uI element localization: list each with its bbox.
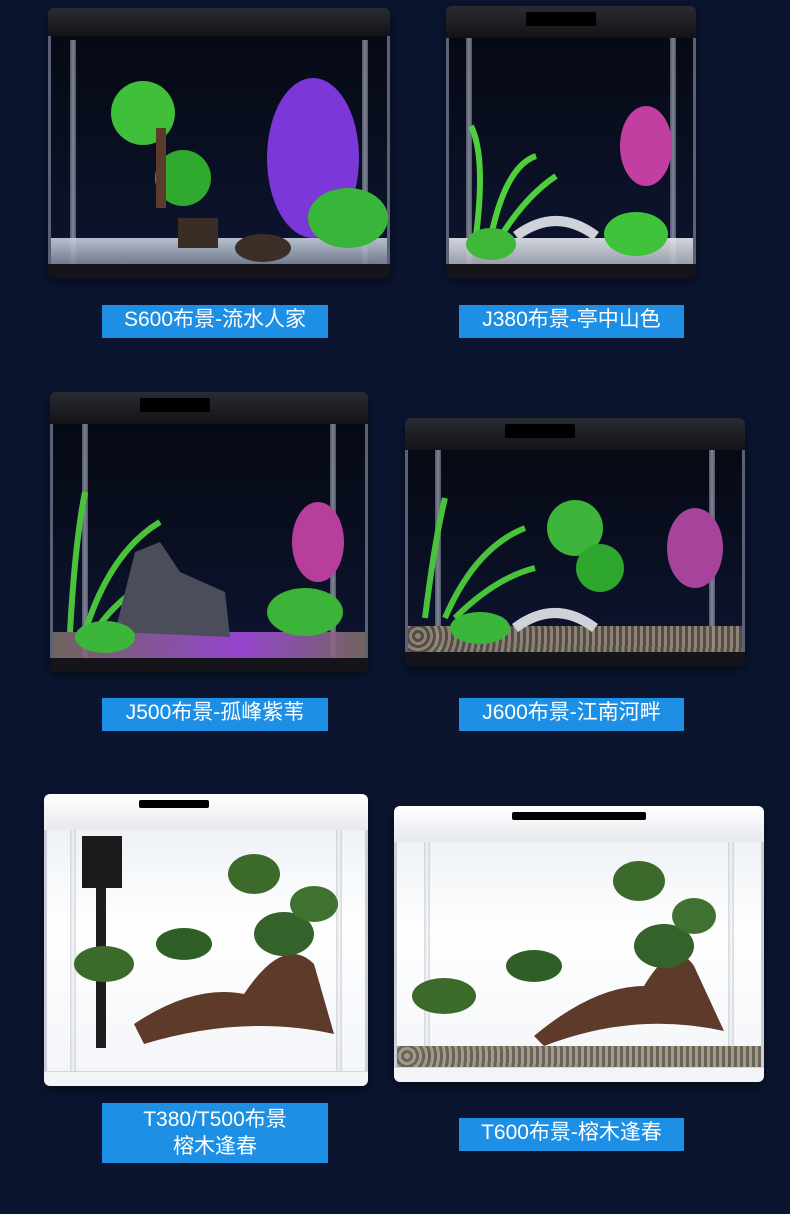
label-j380: J380布景-亭中山色 bbox=[459, 305, 684, 338]
aquarium-image-j380 bbox=[446, 6, 696, 278]
label-j500: J500布景-孤峰紫苇 bbox=[102, 698, 328, 731]
label-line-1: T380/T500布景 bbox=[143, 1108, 287, 1131]
plants-illustration bbox=[74, 836, 338, 1048]
aquarium-image-j500 bbox=[50, 392, 368, 672]
label-t380-t500: T380/T500布景 榕木逢春 bbox=[102, 1103, 328, 1163]
plants-illustration bbox=[466, 106, 672, 260]
aquarium-image-t600 bbox=[394, 806, 764, 1082]
product-showcase: { "items": [ {"label": "S600布景-流水人家", "s… bbox=[0, 0, 790, 1214]
plants-illustration bbox=[111, 78, 388, 262]
plants-illustration bbox=[67, 491, 344, 653]
label-t600: T600布景-榕木逢春 bbox=[459, 1118, 684, 1151]
aquarium-image-t380-t500 bbox=[44, 794, 368, 1086]
plants-illustration bbox=[412, 861, 724, 1046]
label-s600: S600布景-流水人家 bbox=[102, 305, 328, 338]
label-j600: J600布景-江南河畔 bbox=[459, 698, 684, 731]
aquarium-image-s600 bbox=[48, 8, 390, 278]
label-line-2: 榕木逢春 bbox=[173, 1135, 257, 1158]
aquarium-image-j600 bbox=[405, 418, 745, 666]
plants-illustration bbox=[422, 497, 723, 644]
